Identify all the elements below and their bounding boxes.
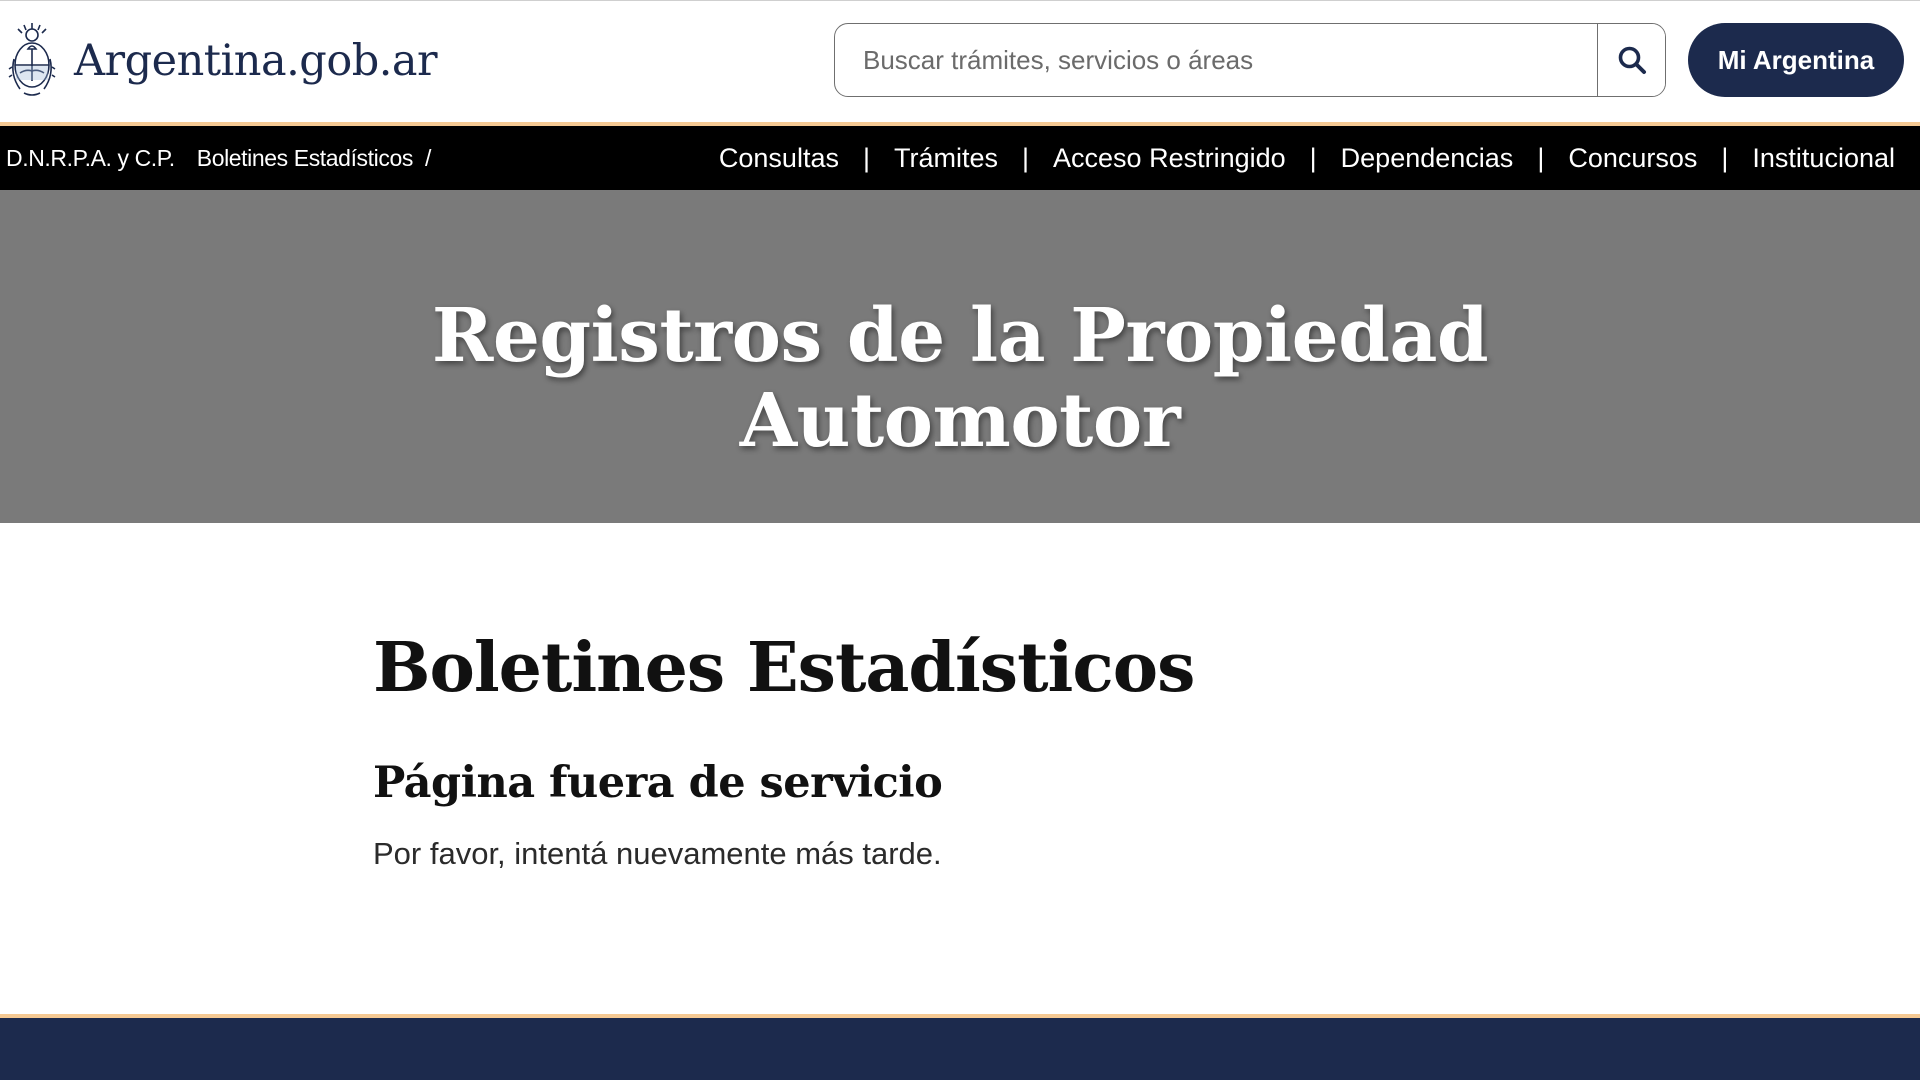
mi-argentina-button[interactable]: Mi Argentina bbox=[1688, 23, 1904, 97]
nav-item-consultas[interactable]: Consultas bbox=[719, 143, 839, 174]
nav-item-acceso-restringido[interactable]: Acceso Restringido bbox=[1053, 143, 1286, 174]
escudo-argentina-icon bbox=[8, 23, 56, 96]
page-title: Boletines Estadísticos bbox=[373, 628, 1195, 708]
nav-separator: | bbox=[1309, 142, 1317, 173]
search-input[interactable] bbox=[835, 24, 1597, 96]
nav-item-dependencias[interactable]: Dependencias bbox=[1341, 143, 1514, 174]
breadcrumb: D.N.R.P.A. y C.P. Boletines Estadísticos… bbox=[6, 126, 431, 190]
breadcrumb-separator: / bbox=[424, 144, 431, 171]
breadcrumb-dnrpa[interactable]: D.N.R.P.A. y C.P. bbox=[6, 145, 175, 172]
nav-separator: | bbox=[1022, 142, 1030, 173]
hero-title-line2: Automotor bbox=[739, 378, 1181, 464]
nav-menu: Consultas | Trámites | Acceso Restringid… bbox=[719, 126, 1895, 190]
breadcrumb-boletines[interactable]: Boletines Estadísticos bbox=[197, 145, 414, 172]
site-title: Argentina.gob.ar bbox=[74, 36, 438, 86]
hero-title: Registros de la Propiedad Automotor bbox=[0, 294, 1920, 464]
nav-separator: | bbox=[1721, 142, 1729, 173]
nav-item-institucional[interactable]: Institucional bbox=[1752, 143, 1895, 174]
main-content: Boletines Estadísticos Página fuera de s… bbox=[373, 628, 1573, 872]
error-subtitle: Página fuera de servicio bbox=[373, 758, 943, 808]
nav-item-tramites[interactable]: Trámites bbox=[894, 143, 998, 174]
home-logo-link[interactable]: Argentina.gob.ar bbox=[6, 19, 438, 103]
search-button[interactable] bbox=[1597, 24, 1665, 96]
nav-separator: | bbox=[862, 142, 870, 173]
site-header: Argentina.gob.ar Mi Argentina bbox=[0, 0, 1920, 122]
site-footer bbox=[0, 1018, 1920, 1080]
search-bar bbox=[834, 23, 1666, 97]
error-message: Por favor, intentá nuevamente más tarde. bbox=[373, 836, 942, 871]
nav-separator: | bbox=[1537, 142, 1545, 173]
hero-title-line1: Registros de la Propiedad bbox=[431, 293, 1489, 379]
hero-banner: Registros de la Propiedad Automotor bbox=[0, 190, 1920, 523]
search-icon bbox=[1618, 46, 1646, 74]
main-navbar: D.N.R.P.A. y C.P. Boletines Estadísticos… bbox=[0, 126, 1920, 190]
nav-item-concursos[interactable]: Concursos bbox=[1568, 143, 1697, 174]
